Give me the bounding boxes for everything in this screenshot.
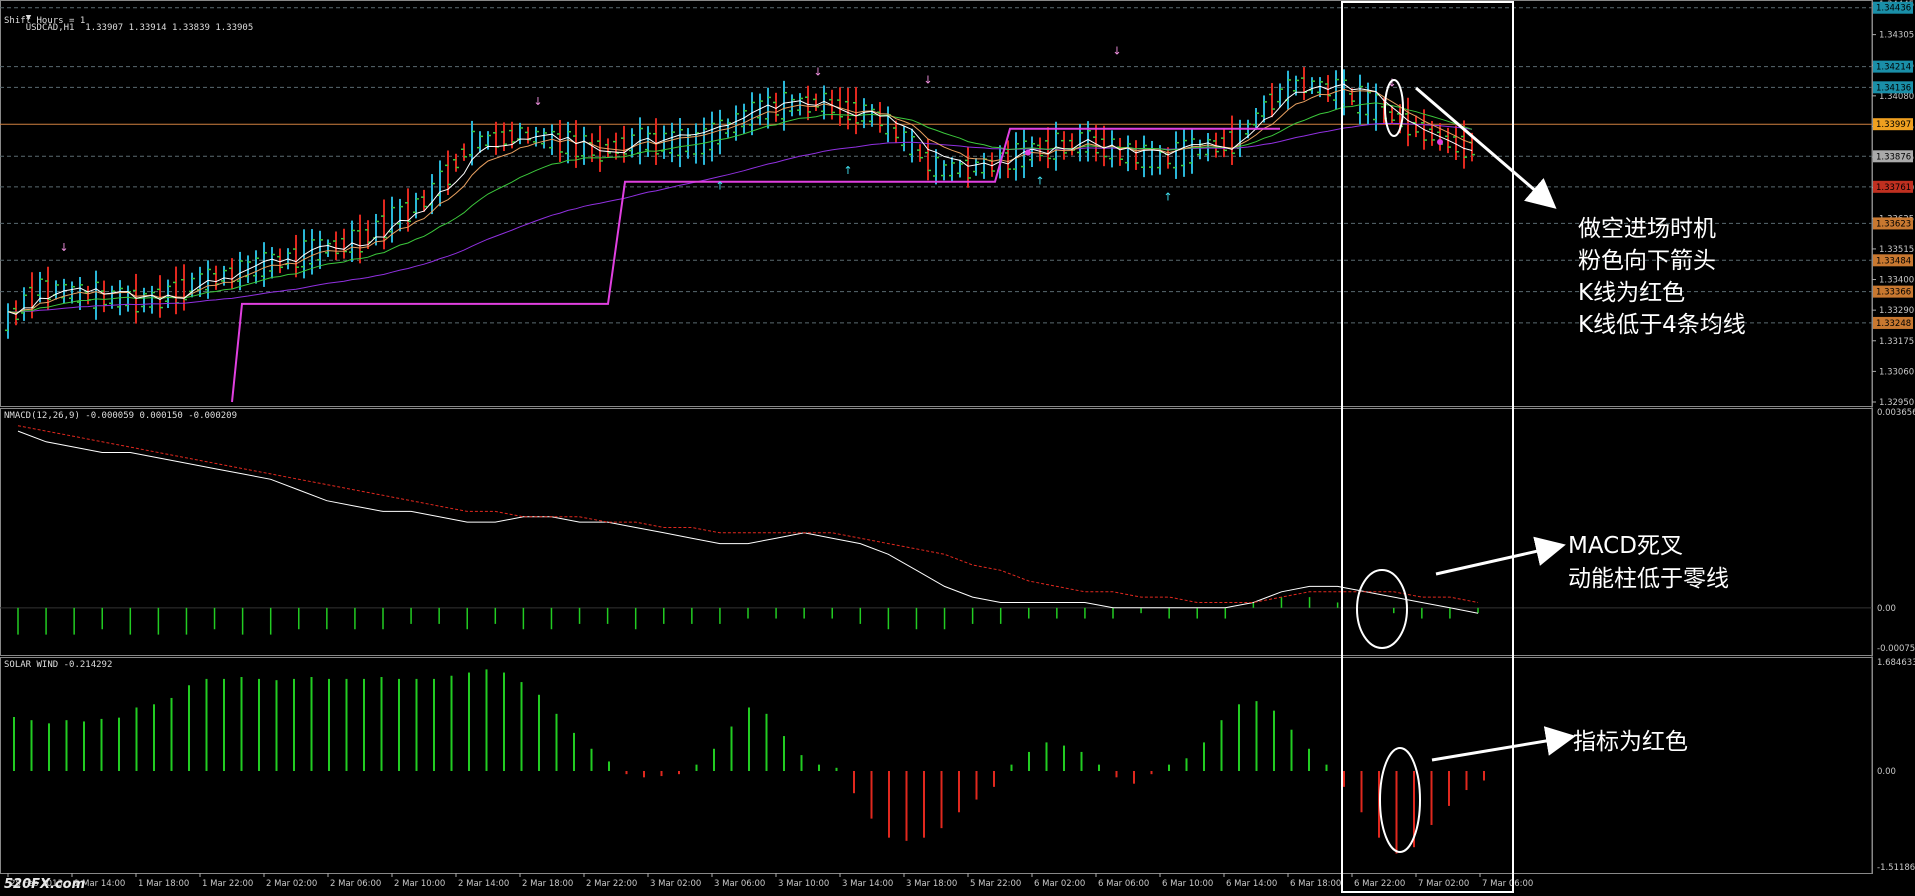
annotation-line: 做空进场时机 [1578,216,1716,242]
trading-chart: 1.344451.343051.341951.340801.339651.338… [0,0,1915,896]
panel-frame [0,657,1873,874]
price-tag-label: 1.33623 [1876,219,1911,229]
annotation-line: MACD死叉 [1568,533,1683,559]
price-tick-label: 1.32950 [1879,398,1914,408]
signal-dot [1025,149,1031,156]
time-tick-label: 6 Mar 18:00 [1290,879,1341,889]
time-tick-label: 2 Mar 10:00 [394,879,445,889]
main-annotation: 做空进场时机 粉色向下箭头 K线为红色 K线低于4条均线 [1578,213,1746,341]
macd-signal-line [17,425,1479,603]
sell-arrow-icon: ↓ [533,95,542,108]
time-tick-label: 2 Mar 22:00 [586,879,637,889]
solar-wind-panel-label: SOLAR WIND -0.214292 [4,660,113,670]
time-tick-label: 3 Mar 14:00 [842,879,893,889]
price-tag-label: 1.33366 [1876,288,1911,298]
ma-purple-line [7,122,1473,313]
time-tick-label: 2 Mar 18:00 [522,879,573,889]
price-tag-label: 1.33876 [1876,152,1911,162]
price-tick-label: 1.33515 [1879,245,1914,255]
buy-arrow-icon: ↑ [843,164,852,177]
highlight-box [1341,1,1514,893]
time-tick-label: 3 Mar 10:00 [778,879,829,889]
time-tick-label: 2 Mar 06:00 [330,879,381,889]
macd-tick-label: 0.003656 [1877,408,1915,418]
annotation-arrow [1415,86,1557,209]
macd-panel-label: NMACD(12,26,9) -0.000059 0.000150 -0.000… [4,411,237,421]
macd-main-line [17,430,1479,614]
price-tick-label: 1.33400 [1879,276,1914,286]
price-tick-label: 1.34305 [1879,31,1914,41]
price-tick-label: 1.33175 [1879,337,1914,347]
annotation-line: 指标为红色 [1573,729,1688,755]
time-tick-label: 7 Mar 06:00 [1482,879,1533,889]
sell-arrow-icon: ↓ [923,74,932,87]
time-tick-label: 6 Mar 06:00 [1098,879,1149,889]
buy-arrow-icon: ↑ [1035,174,1044,187]
watermark-logo: 520FX.com [4,877,86,892]
price-tag-label: 1.33761 [1876,183,1911,193]
macd-tick-label: 0.00 [1877,604,1896,614]
buy-arrow-icon: ↑ [1163,190,1172,203]
chart-canvas[interactable]: 1.344451.343051.341951.340801.339651.338… [0,0,1915,896]
solar-tick-label: 1.684633 [1877,658,1915,668]
panel-frame [0,0,1873,407]
annotation-line: K线为红色 [1578,280,1686,306]
price-tick-label: 1.33060 [1879,367,1914,377]
time-tick-label: 6 Mar 02:00 [1034,879,1085,889]
solar-annotation: 指标为红色 [1573,722,1688,756]
price-tag-label: 1.34136 [1876,83,1911,93]
annotation-line: 粉色向下箭头 [1578,248,1716,274]
ma-green-line [7,102,1473,313]
price-tag-label: 1.33484 [1876,256,1911,266]
price-tag-label: 1.34436 [1876,4,1911,14]
price-tick-label: 1.33290 [1879,306,1914,316]
solar-tick-label: -1.511866 [1877,863,1915,873]
time-tick-label: 6 Mar 14:00 [1226,879,1277,889]
time-tick-label: 5 Mar 22:00 [970,879,1021,889]
time-tick-label: 6 Mar 10:00 [1162,879,1213,889]
time-tick-label: 3 Mar 02:00 [650,879,701,889]
price-tag-label: 1.33248 [1876,319,1911,329]
ma-white-line [7,83,1473,315]
time-tick-label: 7 Mar 02:00 [1418,879,1469,889]
sell-arrow-icon: ↓ [813,66,822,79]
ma-orange-line [7,88,1473,314]
buy-arrow-icon: ↑ [715,180,724,193]
macd-tick-label: -0.000752 [1877,644,1915,654]
time-tick-label: 1 Mar 22:00 [202,879,253,889]
time-tick-label: 3 Mar 06:00 [714,879,765,889]
solar-tick-label: 0.00 [1877,767,1896,777]
sell-arrow-icon: ↓ [59,241,68,254]
price-tag-label: 1.34214 [1876,63,1911,73]
shift-hours-label: Shift Hours = 1 [4,16,86,26]
sell-arrow-icon: ↓ [1112,44,1121,57]
candles-layer [5,67,1475,339]
price-tick-label: 1.34080 [1879,92,1914,102]
time-tick-label: 1 Mar 18:00 [138,879,189,889]
time-tick-label: 3 Mar 18:00 [906,879,957,889]
macd-annotation: MACD死叉 动能柱低于零线 [1568,530,1729,596]
time-tick-label: 2 Mar 14:00 [458,879,509,889]
annotation-arrow [1435,536,1566,576]
annotation-line: 动能柱低于零线 [1568,566,1729,592]
signal-dot [1437,138,1443,145]
highlight-ellipse [1356,569,1408,649]
price-tag-label: 1.33997 [1876,120,1911,130]
time-tick-label: 6 Mar 22:00 [1354,879,1405,889]
pivot-step-line [231,127,1280,403]
annotation-arrow [1431,726,1576,762]
annotation-line: K线低于4条均线 [1578,312,1746,338]
time-tick-label: 2 Mar 02:00 [266,879,317,889]
